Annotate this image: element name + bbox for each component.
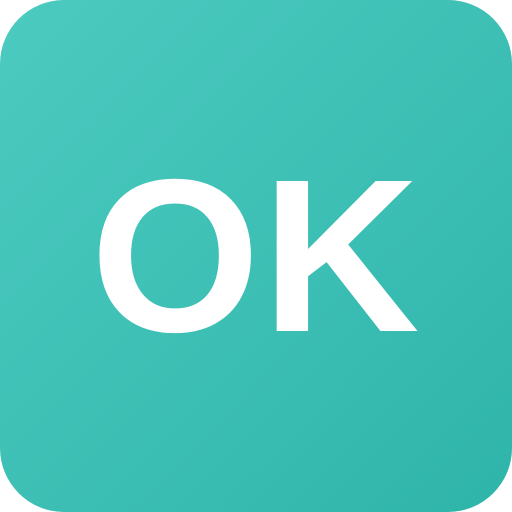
ok-label: OK (90, 135, 422, 378)
ok-button[interactable]: OK (0, 0, 512, 512)
